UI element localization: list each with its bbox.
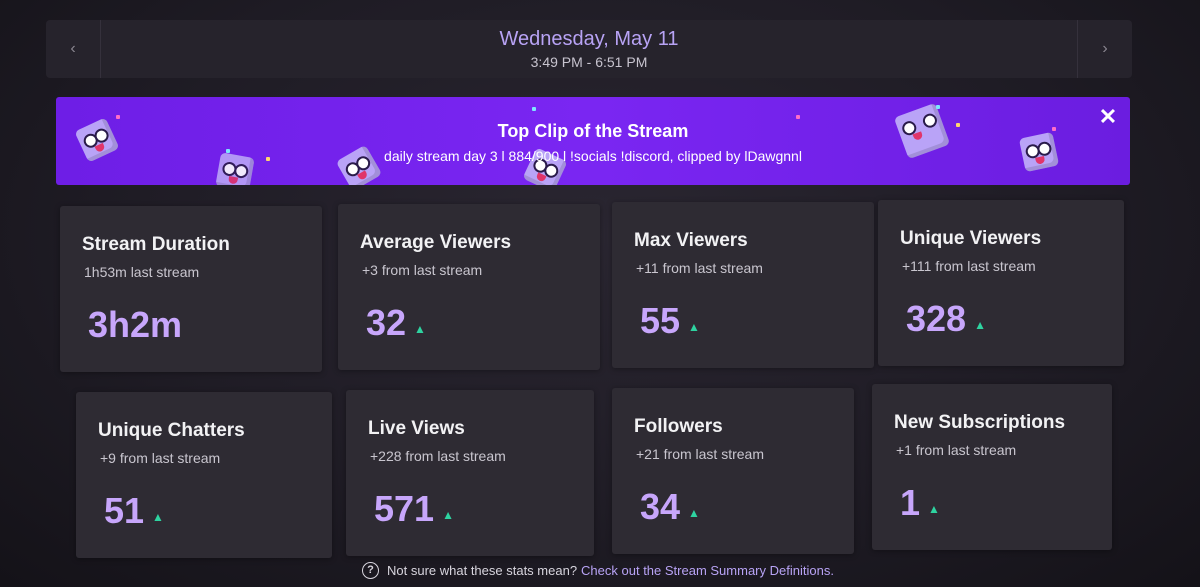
stat-comparison: +9 from last stream xyxy=(100,450,221,466)
close-banner-button[interactable]: ✕ xyxy=(1096,105,1120,129)
date-navigator: ‹ Wednesday, May 11 3:49 PM - 6:51 PM › xyxy=(46,20,1132,78)
stat-title: Live Views xyxy=(368,418,465,439)
date-display: Wednesday, May 11 3:49 PM - 6:51 PM xyxy=(46,28,1132,70)
trend-up-icon: ▲ xyxy=(688,506,700,520)
stat-value: 32 xyxy=(366,302,407,343)
stat-comparison: +1 from last stream xyxy=(896,442,1017,458)
stat-title: Unique Viewers xyxy=(900,228,1042,249)
stream-time-range: 3:49 PM - 6:51 PM xyxy=(530,54,648,70)
stat-card-max-viewers: Max Viewers +11 from last stream 55 ▲ xyxy=(612,202,874,368)
trend-up-icon: ▲ xyxy=(442,508,454,522)
stat-card-average-viewers: Average Viewers +3 from last stream 32 ▲ xyxy=(338,204,600,370)
trend-up-icon: ▲ xyxy=(414,322,426,336)
chevron-right-icon: › xyxy=(1102,40,1108,57)
stat-title: Stream Duration xyxy=(82,234,230,255)
stat-value: 571 xyxy=(374,488,435,529)
stat-value: 1 xyxy=(900,482,921,523)
next-stream-button[interactable]: › xyxy=(1077,20,1132,78)
stat-comparison: +111 from last stream xyxy=(902,258,1036,274)
stat-title: Unique Chatters xyxy=(98,420,245,441)
stat-card-unique-viewers: Unique Viewers +111 from last stream 328… xyxy=(878,200,1124,366)
confetti-icon xyxy=(796,115,800,119)
stat-value: 328 xyxy=(906,298,967,339)
confetti-icon xyxy=(116,115,120,119)
stat-title: Max Viewers xyxy=(634,230,748,251)
stream-date: Wednesday, May 11 xyxy=(499,28,679,50)
stats-help-footer: ? Not sure what these stats mean? Check … xyxy=(362,562,834,579)
top-clip-banner[interactable]: Top Clip of the Stream daily stream day … xyxy=(56,97,1130,185)
stat-value: 34 xyxy=(640,486,681,527)
stat-title: Average Viewers xyxy=(360,232,512,253)
stat-value: 55 xyxy=(640,300,681,341)
stat-title: Followers xyxy=(634,416,723,437)
stat-title: New Subscriptions xyxy=(894,412,1066,433)
stat-card-followers: Followers +21 from last stream 34 ▲ xyxy=(612,388,854,554)
stat-comparison: +11 from last stream xyxy=(636,260,763,276)
confetti-icon xyxy=(532,107,536,111)
stat-value: 51 xyxy=(104,490,145,531)
trend-up-icon: ▲ xyxy=(974,318,986,332)
confetti-icon xyxy=(936,105,940,109)
stat-comparison: +3 from last stream xyxy=(362,262,483,278)
stat-card-new-subscriptions: New Subscriptions +1 from last stream 1 … xyxy=(872,384,1112,550)
stat-value: 3h2m xyxy=(88,304,183,345)
trend-up-icon: ▲ xyxy=(688,320,700,334)
clip-heading: Top Clip of the Stream xyxy=(497,121,689,141)
trend-up-icon: ▲ xyxy=(928,502,940,516)
stat-comparison: +228 from last stream xyxy=(370,448,506,464)
stat-card-stream-duration: Stream Duration 1h53m last stream 3h2m xyxy=(60,206,322,372)
stat-card-unique-chatters: Unique Chatters +9 from last stream 51 ▲ xyxy=(76,392,332,558)
stat-comparison: +21 from last stream xyxy=(636,446,764,462)
clip-title-link[interactable]: daily stream day 3 l 884/900 l !socials … xyxy=(56,148,1130,164)
stat-card-live-views: Live Views +228 from last stream 571 ▲ xyxy=(346,390,594,556)
stat-comparison: 1h53m last stream xyxy=(84,264,200,280)
close-icon: ✕ xyxy=(1098,104,1118,129)
stream-summary-definitions-link[interactable]: Check out the Stream Summary Definitions… xyxy=(581,563,834,578)
trend-up-icon: ▲ xyxy=(152,510,164,524)
help-question: Not sure what these stats mean? xyxy=(387,563,578,578)
clip-info: Top Clip of the Stream daily stream day … xyxy=(56,121,1130,164)
question-circle-icon: ? xyxy=(362,562,379,579)
